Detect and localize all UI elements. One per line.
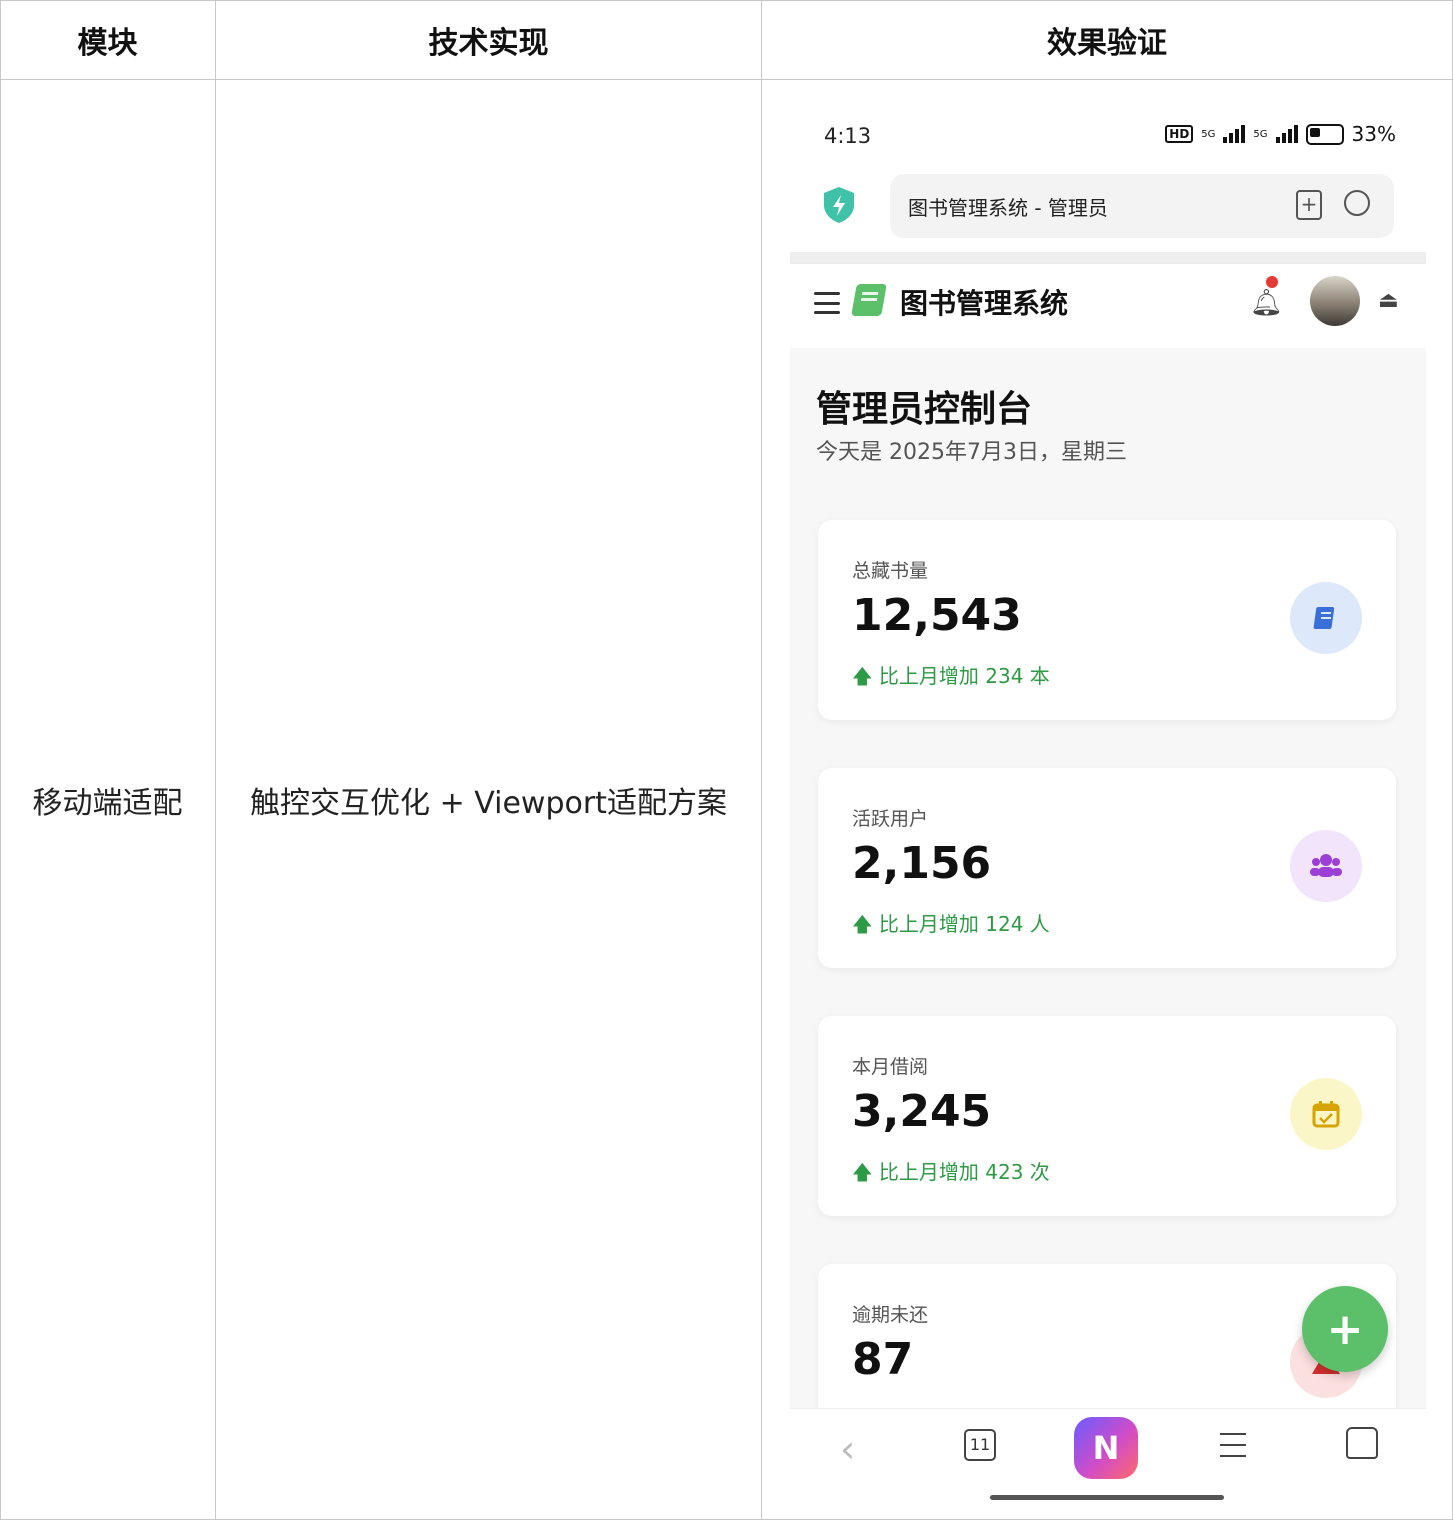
stat-change-text: 比上月增加 423 次 [878,1160,1050,1184]
gesture-bar[interactable] [990,1495,1224,1500]
stat-change: 🡅 比上月增加 423 次 [852,1156,1050,1192]
header-verification: 效果验证 [1047,26,1167,61]
browser-bottom-nav: ‹ 11 N [790,1408,1426,1512]
home-icon[interactable] [1346,1427,1378,1459]
stat-card-total-books[interactable]: 总藏书量 12,543 🡅 比上月增加 234 本 [818,520,1396,720]
battery-level: 33% [1351,122,1396,146]
stat-value: 2,156 [852,838,992,889]
stat-label: 总藏书量 [852,560,929,582]
stat-change: 🡅 比上月增加 124 人 [852,908,1050,944]
menu-icon[interactable] [814,292,840,314]
page-title-in-address-bar: 图书管理系统 - 管理员 [908,196,1108,220]
stat-label: 本月借阅 [852,1056,929,1078]
header-technique: 技术实现 [428,26,549,61]
date-line: 今天是 2025年7月3日，星期三 [816,440,1127,465]
stat-value: 3,245 [852,1086,992,1137]
stat-label: 活跃用户 [852,808,929,830]
book-logo-icon [851,284,887,316]
reload-icon[interactable] [1344,190,1370,216]
column-divider-2 [761,0,762,1520]
stat-value: 87 [852,1334,914,1385]
arrow-up-icon: 🡅 [852,664,879,688]
stat-card-active-users[interactable]: 活跃用户 2,156 🡅 比上月增加 124 人 [818,768,1396,968]
users-icon [1290,830,1362,902]
add-fab-button[interactable]: + [1302,1286,1388,1372]
dashboard-content: 管理员控制台 今天是 2025年7月3日，星期三 总藏书量 12,543 🡅 比… [790,348,1426,1464]
security-shield-icon[interactable] [822,186,856,224]
stat-value: 12,543 [852,590,1022,641]
address-bar[interactable]: 图书管理系统 - 管理员 + [890,174,1394,238]
back-icon[interactable]: ‹ [840,1427,855,1471]
status-time: 4:13 [824,124,872,148]
status-bar: 4:13 HD 5G 5G 33% [790,92,1426,172]
header-module: 模块 [77,26,138,61]
tabs-count-button[interactable]: 11 [964,1429,996,1461]
signal-icon [1223,125,1246,143]
stat-change: 🡅 比上月增加 234 本 [852,660,1050,696]
status-icons: HD 5G 5G 33% [1165,122,1396,146]
page-title: 管理员控制台 [816,389,1033,430]
arrow-up-icon: 🡅 [852,912,879,936]
hd-icon: HD [1165,125,1194,143]
app-title: 图书管理系统 [900,287,1069,320]
menu-icon[interactable] [1220,1433,1246,1457]
arrow-up-icon: 🡅 [852,1160,879,1184]
logout-icon[interactable]: ⏏ [1378,288,1399,313]
stat-card-monthly-borrows[interactable]: 本月借阅 3,245 🡅 比上月增加 423 次 [818,1016,1396,1216]
cell-technique: 触控交互优化 + Viewport适配方案 [250,786,727,821]
book-icon [1290,582,1362,654]
cell-module: 移动端适配 [32,786,183,821]
browser-toolbar: 图书管理系统 - 管理员 + [790,172,1426,252]
battery-icon [1305,123,1344,145]
notification-dot [1266,276,1278,288]
phone-screenshot: 4:13 HD 5G 5G 33% 图书管理系统 - 管理员 + 图书管理系统 … [790,92,1426,1512]
network-label-2: 5G [1253,128,1268,140]
signal-icon-2 [1275,125,1298,143]
bell-icon[interactable]: 🔔︎ [1250,288,1283,318]
stat-change-text: 比上月增加 124 人 [878,912,1050,936]
toolbar-separator [790,252,1426,264]
stat-label: 逾期未还 [852,1304,929,1326]
avatar[interactable] [1310,276,1360,326]
bookmark-add-icon[interactable]: + [1296,190,1322,220]
ai-assistant-button[interactable]: N [1074,1417,1138,1479]
app-header: 图书管理系统 🔔︎ ⏏ [790,264,1426,348]
calendar-check-icon [1290,1078,1362,1150]
network-label-1: 5G [1201,128,1216,140]
stat-change-text: 比上月增加 234 本 [878,664,1050,688]
